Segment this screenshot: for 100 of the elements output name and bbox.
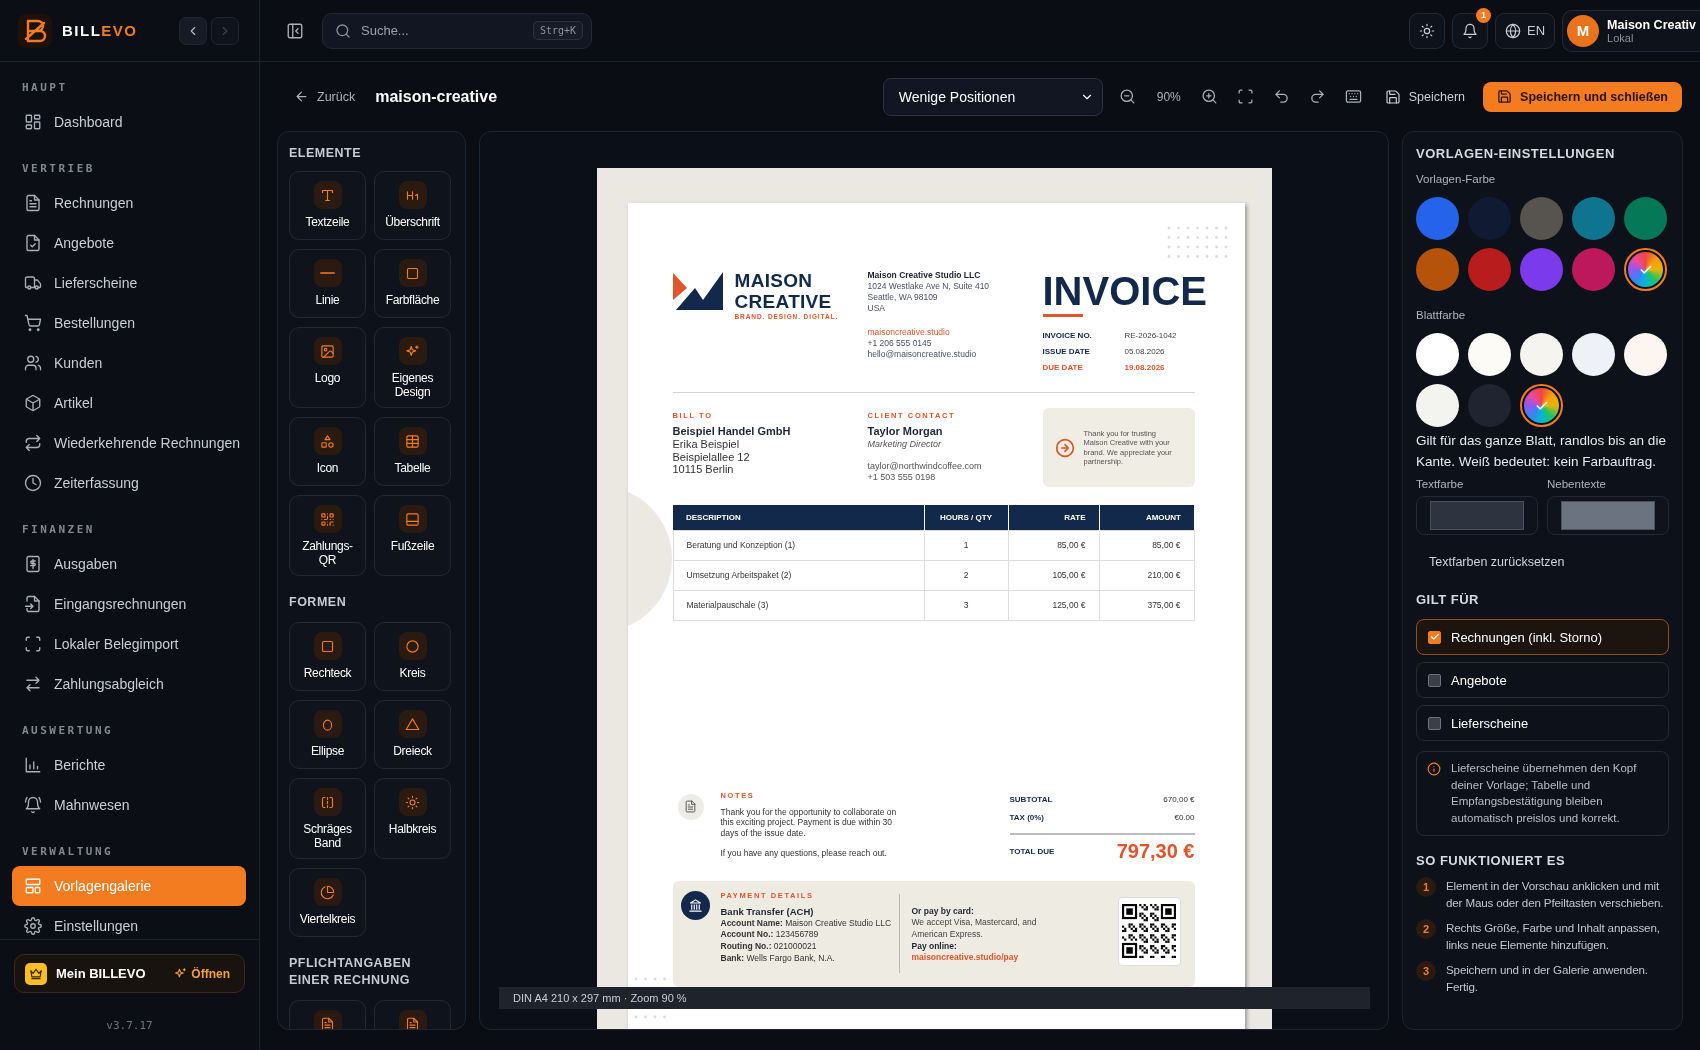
- save-icon: [1497, 89, 1513, 104]
- color-swatch[interactable]: [1520, 248, 1563, 291]
- checkbox-option[interactable]: Rechnungen (inkl. Storno): [1416, 619, 1669, 655]
- sidebar-item[interactable]: Eingangsrechnungen: [12, 584, 246, 624]
- document-icon: [320, 1016, 335, 1029]
- bell-icon: [1462, 22, 1478, 39]
- sidebar-item[interactable]: Kunden: [12, 343, 246, 383]
- panel-heading: GILT FÜR: [1416, 591, 1480, 608]
- table-cell: Umsetzung Arbeitspaket (2): [673, 560, 924, 590]
- customer-address: Erika Beispiel: [672, 438, 741, 451]
- sidebar-item[interactable]: Zeiterfassung: [12, 463, 246, 503]
- bank-detail: Account Name: Maison Creative Studio LLC: [720, 917, 893, 930]
- custom-color-swatch[interactable]: [1624, 248, 1667, 291]
- color-swatch[interactable]: [1468, 384, 1511, 427]
- sidebar-toggle-icon: [286, 21, 304, 40]
- table-cell: 2: [924, 560, 1008, 590]
- checkbox-option[interactable]: Angebote: [1416, 662, 1669, 698]
- open-link[interactable]: Öffnen: [174, 966, 230, 981]
- color-field[interactable]: [1416, 496, 1538, 535]
- color-swatch[interactable]: [1572, 197, 1615, 240]
- user-menu[interactable]: M Maison Creativ Lokal: [1562, 9, 1700, 52]
- zoom-in-icon: [1201, 88, 1219, 105]
- element-tile[interactable]: Überschrift: [374, 171, 451, 240]
- color-field[interactable]: [1547, 496, 1669, 535]
- element-tile[interactable]: Fußzeile: [374, 495, 451, 576]
- element-tile[interactable]: Viertelkreis: [289, 868, 366, 937]
- color-swatch[interactable]: [1624, 197, 1667, 240]
- sidebar-item[interactable]: Dashboard: [12, 102, 246, 142]
- sidebar-item[interactable]: Mahnwesen: [12, 785, 246, 825]
- custom-color-swatch[interactable]: [1520, 384, 1563, 427]
- bell-icon: [24, 796, 42, 814]
- language-button[interactable]: EN: [1495, 12, 1556, 49]
- save-button[interactable]: Speichern: [1384, 88, 1466, 105]
- sidebar-item[interactable]: Wiederkehrende Rechnungen: [12, 423, 246, 463]
- color-swatch[interactable]: [1468, 197, 1511, 240]
- column-header: RATE: [1008, 505, 1099, 530]
- field-label: Blattfarbe: [1416, 308, 1467, 323]
- bank-detail: Routing No.: 021000021: [720, 940, 818, 953]
- element-tile[interactable]: Schräges Band: [289, 778, 366, 859]
- table-cell: 1: [924, 530, 1008, 560]
- save-and-close-button[interactable]: Speichern und schließen: [1483, 81, 1682, 112]
- element-tile[interactable]: Kreis: [374, 622, 451, 691]
- sidebar-item[interactable]: Lokaler Belegimport: [12, 624, 246, 664]
- element-tile[interactable]: Halbkreis: [374, 778, 451, 859]
- promo-card[interactable]: Mein BILLEVO Öffnen: [14, 954, 245, 993]
- color-swatch[interactable]: [1416, 197, 1459, 240]
- sidebar-item[interactable]: Berichte: [12, 745, 246, 785]
- theme-button[interactable]: [1409, 12, 1445, 49]
- info-text: Lieferscheine übernehmen den Kopf deiner Vorlage; Tabelle und Empfangsbestätigung bleiben automatisch preislos und korrekt.: [1451, 761, 1638, 826]
- receipt-icon: [24, 555, 42, 573]
- sidebar-item[interactable]: Bestellungen: [12, 303, 246, 343]
- preset-dropdown[interactable]: Wenige Positionen: [882, 77, 1103, 116]
- color-swatch[interactable]: [1572, 248, 1615, 291]
- element-tile[interactable]: Logo: [289, 327, 366, 408]
- table-cell: 105,00 €: [1008, 560, 1099, 590]
- sidebar-item[interactable]: Einstellungen: [12, 906, 246, 939]
- checkbox-option[interactable]: Lieferscheine: [1416, 705, 1669, 741]
- color-swatch[interactable]: [1572, 333, 1615, 376]
- color-swatch[interactable]: [1416, 333, 1459, 376]
- element-tile[interactable]: Textzeile: [289, 171, 366, 240]
- element-tile[interactable]: Zahlungs-QR: [289, 495, 366, 576]
- meta-label: INVOICE NO.: [1042, 330, 1093, 341]
- card-text: We accept Visa, Mastercard, and American Express.: [911, 917, 1038, 941]
- color-swatch[interactable]: [1468, 333, 1511, 376]
- element-tile[interactable]: Farbfläche: [374, 249, 451, 318]
- color-swatch[interactable]: [1520, 333, 1563, 376]
- element-tile[interactable]: Rechteck: [289, 622, 366, 691]
- search-field[interactable]: Suche... Strg+K: [322, 12, 592, 49]
- table-icon: [405, 433, 420, 449]
- element-tile[interactable]: Ellipse: [289, 700, 366, 769]
- checkbox[interactable]: [1428, 673, 1441, 687]
- settings-icon: [24, 917, 42, 935]
- section-title: VERTRIEB: [22, 161, 96, 177]
- sidebar-item[interactable]: Rechnungen: [12, 183, 246, 223]
- color-swatch[interactable]: [1416, 248, 1459, 291]
- checkbox[interactable]: [1428, 630, 1441, 644]
- reset-link[interactable]: Textfarben zurücksetzen: [1416, 535, 1565, 570]
- sidebar-item[interactable]: Lieferscheine: [12, 263, 246, 303]
- element-tile[interactable]: Icon: [289, 417, 366, 486]
- sender-email: hello@maisoncreative.studio: [867, 349, 978, 360]
- triangle-icon: [405, 716, 420, 732]
- back-link[interactable]: Zurück: [294, 89, 356, 104]
- contact-role: Marketing Director: [867, 438, 943, 450]
- element-tile[interactable]: Tabelle: [374, 417, 451, 486]
- color-swatch[interactable]: [1416, 384, 1459, 427]
- color-swatch[interactable]: [1520, 197, 1563, 240]
- sidebar-item[interactable]: Ausgaben: [12, 544, 246, 584]
- color-swatch[interactable]: [1624, 333, 1667, 376]
- color-swatch[interactable]: [1468, 248, 1511, 291]
- sidebar-item[interactable]: Angebote: [12, 223, 246, 263]
- checkbox[interactable]: [1428, 716, 1441, 730]
- element-tile[interactable]: Eigenes Design: [374, 327, 451, 408]
- table-cell: 210,00 €: [1099, 560, 1194, 590]
- sidebar-item[interactable]: Artikel: [12, 383, 246, 423]
- save-icon: [1384, 88, 1401, 105]
- panel-heading: PFLICHTANGABEN EINER RECHNUNG: [289, 955, 413, 989]
- element-tile[interactable]: Dreieck: [374, 700, 451, 769]
- element-tile[interactable]: Linie: [289, 249, 366, 318]
- sidebar-item[interactable]: Zahlungsabgleich: [12, 664, 246, 704]
- customer-name: Beispiel Handel GmbH: [672, 425, 792, 438]
